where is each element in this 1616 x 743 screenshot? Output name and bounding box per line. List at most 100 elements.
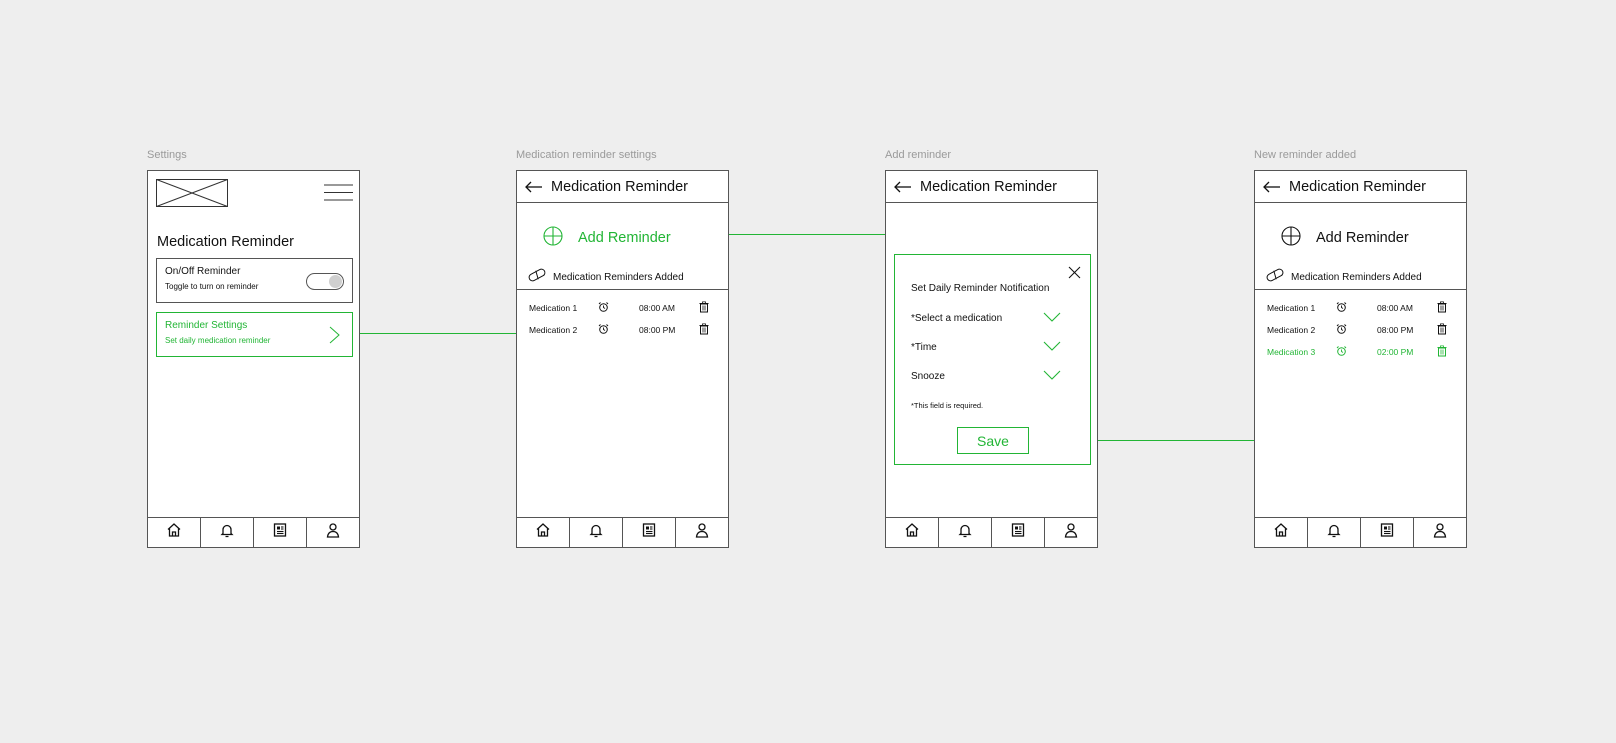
trash-icon[interactable] — [1437, 301, 1447, 315]
reminder-name: Medication 1 — [529, 303, 578, 313]
nav-home[interactable] — [148, 518, 200, 547]
trash-icon[interactable] — [1437, 323, 1447, 337]
frame-label-settings: Settings — [147, 149, 187, 161]
reminder-time: 08:00 AM — [1377, 303, 1413, 313]
profile-icon — [1432, 522, 1448, 543]
bell-icon — [219, 522, 235, 543]
trash-icon[interactable] — [699, 301, 709, 315]
reminder-settings-title: Reminder Settings — [165, 320, 248, 331]
reminders-added-header: Medication Reminders Added — [1265, 268, 1422, 287]
reminder-time: 08:00 PM — [639, 325, 676, 335]
nav-profile[interactable] — [1044, 518, 1097, 547]
profile-icon — [1063, 522, 1079, 543]
required-note: *This field is required. — [911, 401, 984, 410]
reminder-time: 08:00 AM — [639, 303, 675, 313]
reminder-row: Medication 2 08:00 PM — [1255, 322, 1466, 338]
reminder-toggle[interactable] — [306, 273, 344, 290]
news-icon — [641, 522, 657, 543]
nav-news[interactable] — [253, 518, 306, 547]
reminder-name: Medication 2 — [529, 325, 578, 335]
alarm-clock-icon — [1336, 346, 1347, 359]
frame-label-medication-reminder-settings: Medication reminder settings — [516, 149, 657, 161]
chevron-down-icon — [1043, 312, 1061, 325]
nav-notifications[interactable] — [1307, 518, 1360, 547]
reminder-row: Medication 1 08:00 AM — [517, 300, 728, 316]
nav-home[interactable] — [517, 518, 569, 547]
add-reminder-label: Add Reminder — [578, 230, 671, 246]
add-reminder-button[interactable]: Add Reminder — [543, 225, 671, 251]
close-icon[interactable] — [1068, 266, 1081, 284]
select-medication-field[interactable]: *Select a medication — [911, 312, 1061, 325]
bottom-nav — [886, 517, 1097, 547]
nav-news[interactable] — [622, 518, 675, 547]
bottom-nav — [1255, 517, 1466, 547]
news-icon — [1010, 522, 1026, 543]
save-button[interactable]: Save — [957, 427, 1029, 454]
on-off-reminder-title: On/Off Reminder — [165, 266, 241, 277]
alarm-clock-icon — [598, 302, 609, 315]
profile-icon — [694, 522, 710, 543]
add-reminder-label: Add Reminder — [1316, 230, 1409, 246]
add-circle-icon — [543, 225, 563, 251]
field-label: Snooze — [911, 371, 945, 382]
list-divider — [1255, 289, 1466, 290]
app-bar: Medication Reminder — [517, 171, 728, 203]
add-circle-icon — [1281, 225, 1301, 251]
nav-notifications[interactable] — [938, 518, 991, 547]
list-divider — [517, 289, 728, 290]
nav-profile[interactable] — [675, 518, 728, 547]
reminder-time: 02:00 PM — [1377, 347, 1414, 357]
snooze-field[interactable]: Snooze — [911, 370, 1061, 382]
reminder-row: Medication 2 08:00 PM — [517, 322, 728, 338]
pill-icon — [1265, 268, 1285, 287]
back-arrow-icon[interactable] — [1255, 171, 1289, 202]
add-reminder-button[interactable]: Add Reminder — [1281, 225, 1409, 251]
image-placeholder-icon — [156, 179, 228, 212]
reminder-time: 08:00 PM — [1377, 325, 1414, 335]
phone-frame-medication-reminder-settings: Medication Reminder Add Reminder Medicat… — [516, 170, 729, 548]
nav-profile[interactable] — [1413, 518, 1466, 547]
app-bar-title: Medication Reminder — [920, 178, 1058, 195]
bottom-nav — [517, 517, 728, 547]
reminder-settings-card[interactable]: Reminder Settings Set daily medication r… — [156, 312, 353, 357]
connector-settings-to-list — [353, 333, 517, 334]
dialog-title: Set Daily Reminder Notification — [911, 283, 1050, 294]
hamburger-menu-icon[interactable] — [324, 184, 353, 206]
bell-icon — [957, 522, 973, 543]
nav-home[interactable] — [886, 518, 938, 547]
app-bar-title: Medication Reminder — [551, 178, 689, 195]
home-icon — [535, 522, 551, 543]
app-bar: Medication Reminder — [886, 171, 1097, 203]
field-label: *Select a medication — [911, 313, 1003, 324]
alarm-clock-icon — [598, 324, 609, 337]
reminders-added-header: Medication Reminders Added — [527, 268, 684, 287]
bell-icon — [1326, 522, 1342, 543]
nav-news[interactable] — [1360, 518, 1413, 547]
back-arrow-icon[interactable] — [886, 171, 920, 202]
reminder-name: Medication 2 — [1267, 325, 1316, 335]
save-button-label: Save — [977, 432, 1009, 449]
app-bar-title: Medication Reminder — [1289, 178, 1427, 195]
nav-profile[interactable] — [306, 518, 359, 547]
on-off-reminder-card: On/Off Reminder Toggle to turn on remind… — [156, 258, 353, 303]
time-field[interactable]: *Time — [911, 341, 1061, 354]
back-arrow-icon[interactable] — [517, 171, 551, 202]
bell-icon — [588, 522, 604, 543]
reminder-dialog: Set Daily Reminder Notification *Select … — [894, 254, 1091, 465]
nav-news[interactable] — [991, 518, 1044, 547]
nav-notifications[interactable] — [200, 518, 253, 547]
nav-home[interactable] — [1255, 518, 1307, 547]
reminder-row-new: Medication 3 02:00 PM — [1255, 344, 1466, 360]
reminder-name: Medication 3 — [1267, 347, 1316, 357]
phone-frame-add-reminder: Medication Reminder Set Daily Reminder N… — [885, 170, 1098, 548]
field-label: *Time — [911, 342, 937, 353]
trash-icon[interactable] — [699, 323, 709, 337]
home-icon — [166, 522, 182, 543]
reminders-added-label: Medication Reminders Added — [1291, 272, 1422, 283]
chevron-down-icon — [1043, 341, 1061, 354]
profile-icon — [325, 522, 341, 543]
nav-notifications[interactable] — [569, 518, 622, 547]
trash-icon[interactable] — [1437, 345, 1447, 359]
toggle-knob — [329, 275, 342, 288]
phone-frame-settings: Medication Reminder On/Off Reminder Togg… — [147, 170, 360, 548]
